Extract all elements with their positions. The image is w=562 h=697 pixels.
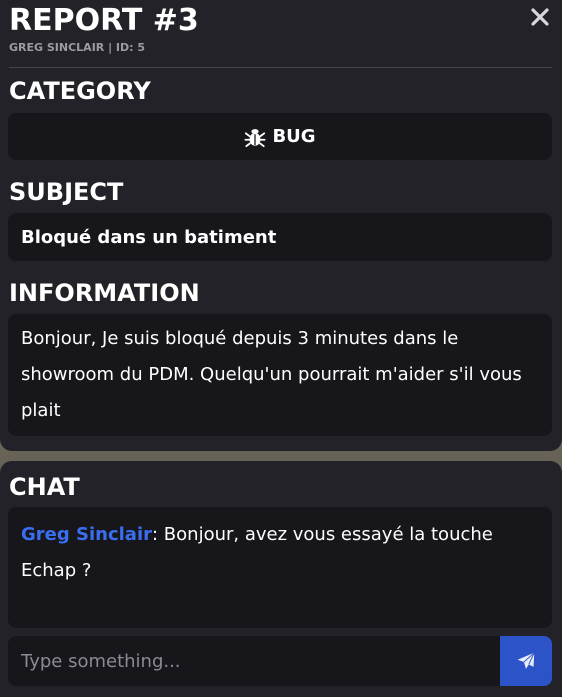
message-author: Greg Sinclair (21, 524, 152, 545)
chat-input-row (8, 636, 552, 686)
message-separator: : (152, 524, 164, 545)
subject-label: SUBJECT (9, 178, 124, 206)
bug-icon (244, 128, 266, 147)
report-title: REPORT #3 (9, 3, 199, 38)
report-panel: REPORT #3 GREG SINCLAIR | ID: 5 CATEGORY… (0, 0, 562, 451)
category-label: CATEGORY (9, 77, 151, 105)
chat-message: Greg Sinclair: Bonjour, avez vous essayé… (21, 517, 539, 589)
chat-label: CHAT (9, 473, 80, 501)
chat-panel: CHAT Greg Sinclair: Bonjour, avez vous e… (0, 461, 562, 697)
information-label: INFORMATION (9, 279, 200, 307)
subject-value: Bloqué dans un batiment (21, 226, 277, 248)
close-button[interactable] (529, 6, 551, 28)
close-icon (531, 8, 549, 26)
report-subtitle: GREG SINCLAIR | ID: 5 (9, 41, 146, 54)
divider (9, 67, 552, 68)
category-box: BUG (8, 113, 552, 160)
information-box: Bonjour, Je suis bloqué depuis 3 minutes… (8, 314, 552, 436)
paper-plane-icon (517, 652, 535, 669)
send-button[interactable] (500, 636, 552, 686)
chat-input[interactable] (8, 636, 500, 686)
information-value: Bonjour, Je suis bloqué depuis 3 minutes… (21, 328, 522, 421)
chat-messages: Greg Sinclair: Bonjour, avez vous essayé… (8, 507, 552, 628)
category-value: BUG (272, 126, 316, 147)
subject-box: Bloqué dans un batiment (8, 213, 552, 261)
